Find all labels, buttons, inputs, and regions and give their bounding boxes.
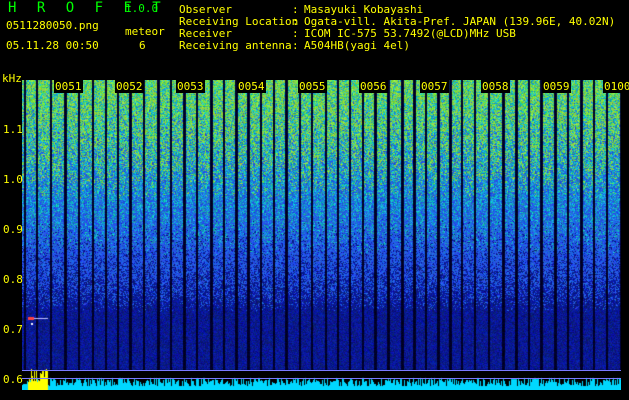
time-tick-label: 0051 bbox=[54, 80, 83, 93]
y-tick-label: 0.8 bbox=[3, 273, 23, 286]
datetime-label: 05.11.28 00:50 bbox=[6, 39, 99, 52]
version-label: 1.0.0 bbox=[125, 2, 159, 15]
y-tick-label: 0.7 bbox=[3, 323, 23, 336]
mode-label: meteor bbox=[125, 25, 165, 38]
y-axis-unit: kHz bbox=[2, 72, 22, 85]
time-tick-label: 0056 bbox=[359, 80, 388, 93]
mode-count: 6 bbox=[139, 39, 146, 52]
antenna-value: A504HB(yagi 4el) bbox=[304, 39, 410, 52]
spectrogram bbox=[22, 80, 621, 390]
y-tick-label: 1.0 bbox=[3, 173, 23, 186]
y-tick-label: 0.6 bbox=[3, 373, 23, 386]
time-tick-label: 0059 bbox=[542, 80, 571, 93]
reference-line-upper bbox=[22, 370, 621, 371]
time-tick-label: 0057 bbox=[420, 80, 449, 93]
filename-label: 0511280050.png bbox=[6, 19, 99, 32]
antenna-label: Receiving antenna bbox=[179, 39, 292, 52]
y-tick-label: 1.1 bbox=[3, 123, 23, 136]
time-tick-label: 0052 bbox=[115, 80, 144, 93]
antenna-colon: : bbox=[292, 39, 299, 52]
y-tick-label: 0.9 bbox=[3, 223, 23, 236]
time-tick-label: 0054 bbox=[237, 80, 266, 93]
reference-line-lower bbox=[22, 378, 621, 379]
time-tick-label: 0053 bbox=[176, 80, 205, 93]
time-tick-label: 0100 bbox=[603, 80, 629, 93]
time-tick-label: 0055 bbox=[298, 80, 327, 93]
time-tick-label: 0058 bbox=[481, 80, 510, 93]
